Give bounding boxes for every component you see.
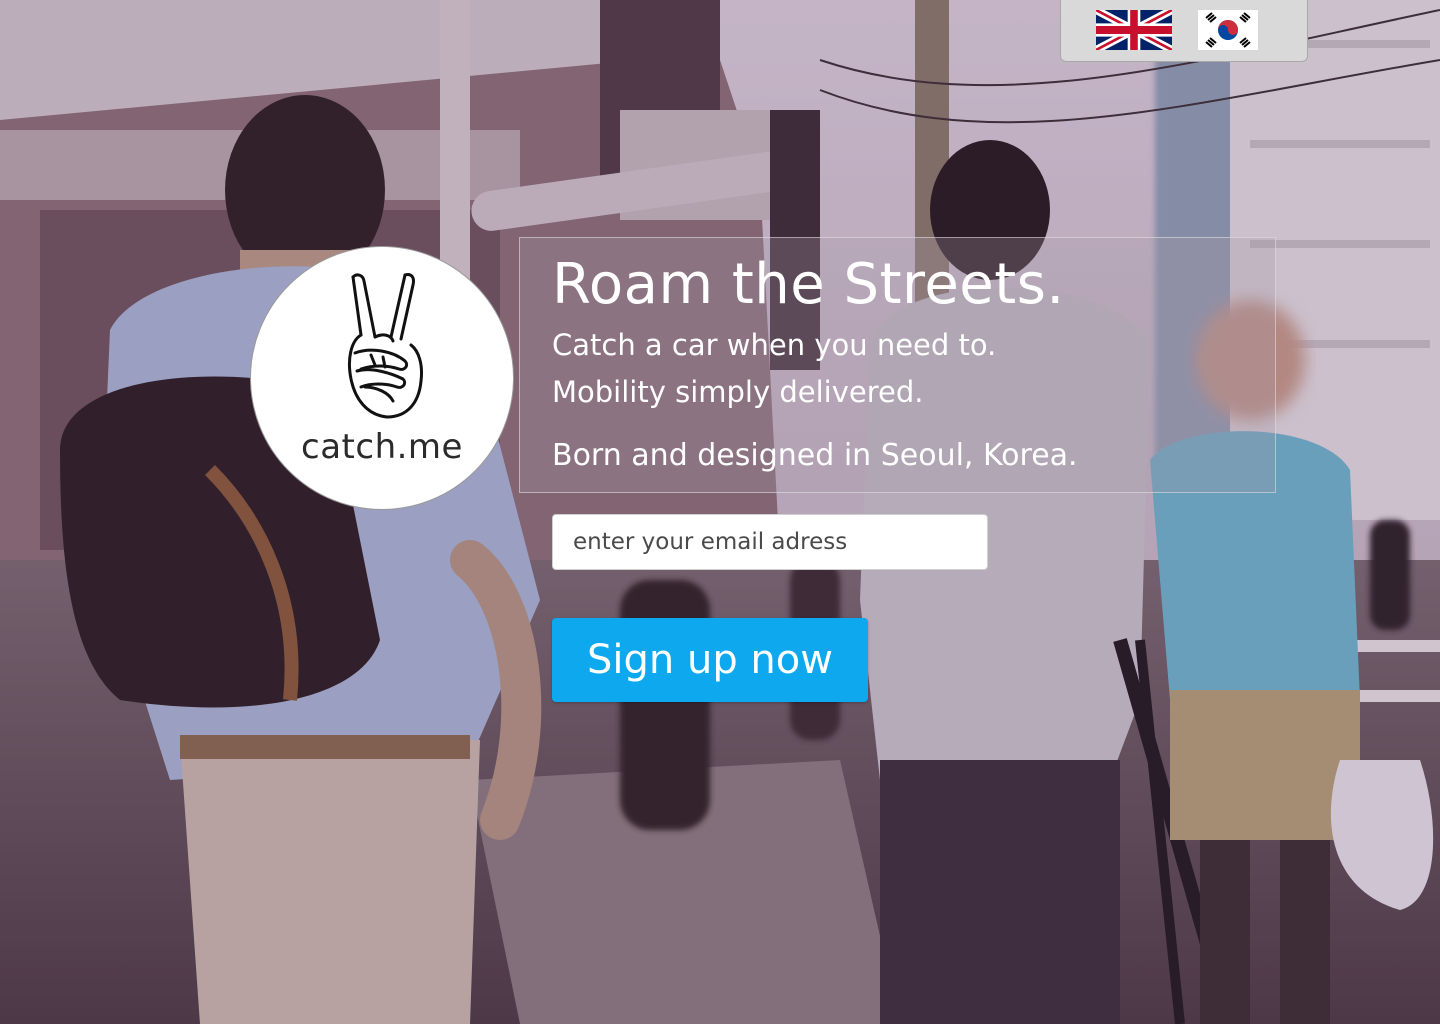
uk-flag-icon[interactable] bbox=[1096, 10, 1172, 50]
logo[interactable]: catch.me bbox=[250, 246, 514, 510]
sign-up-button[interactable]: Sign up now bbox=[552, 618, 868, 702]
language-switcher bbox=[1060, 0, 1308, 62]
kr-flag-icon[interactable] bbox=[1198, 10, 1258, 50]
hero-tagline-2: Mobility simply delivered. bbox=[552, 375, 924, 409]
peace-hand-icon bbox=[347, 273, 423, 419]
logo-text: catch.me bbox=[301, 427, 463, 467]
email-field[interactable] bbox=[552, 514, 988, 570]
hero-origin: Born and designed in Seoul, Korea. bbox=[552, 438, 1078, 473]
background-photo bbox=[0, 0, 1440, 1024]
landing-page: catch.me Roam the Streets. Catch a car w… bbox=[0, 0, 1440, 1024]
hero-tagline-1: Catch a car when you need to. bbox=[552, 328, 997, 362]
hero-panel: Roam the Streets. Catch a car when you n… bbox=[519, 237, 1276, 493]
hero-title: Roam the Streets. bbox=[552, 252, 1065, 317]
